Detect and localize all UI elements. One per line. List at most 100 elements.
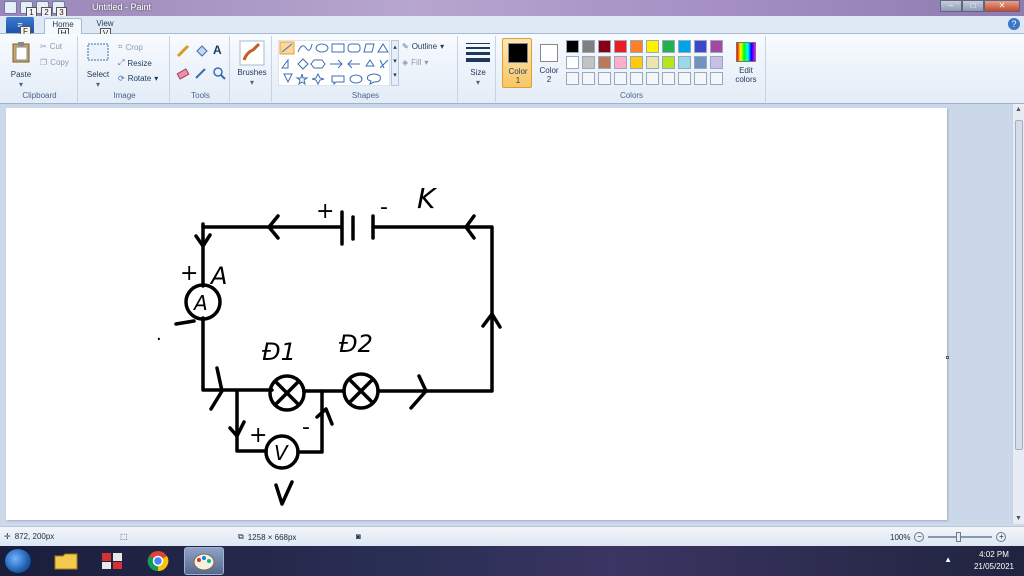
color-swatch[interactable] <box>598 40 611 53</box>
color-swatch[interactable] <box>566 56 579 69</box>
crop-label: Crop <box>125 42 143 52</box>
crop-icon: ⌗ <box>118 42 123 51</box>
maximize-button[interactable]: □ <box>962 0 984 12</box>
tray-clock[interactable]: 4:02 PM 21/05/2021 <box>974 549 1014 573</box>
shapes-scroll[interactable]: ▴ ▾ ▾ <box>391 40 399 86</box>
shapes-group: ▴ ▾ ▾ ✎ Outline ▾ ◈ Fill ▾ Shapes <box>274 36 458 102</box>
color-swatch[interactable] <box>678 40 691 53</box>
clock-date: 21/05/2021 <box>973 562 1014 571</box>
clipboard-group: Paste ▾ ✂ Cut ❐ Copy Clipboard <box>2 36 78 102</box>
color-swatch[interactable] <box>694 56 707 69</box>
pencil-icon[interactable] <box>176 44 190 58</box>
color-swatch[interactable] <box>662 72 675 85</box>
window-controls: – □ ✕ <box>940 0 1020 12</box>
color-wheel-icon <box>736 42 756 62</box>
taskbar-app[interactable] <box>92 547 132 575</box>
minimize-button[interactable]: – <box>940 0 962 12</box>
color-swatch[interactable] <box>598 56 611 69</box>
paste-button[interactable]: Paste ▾ <box>8 40 34 89</box>
color-swatch[interactable] <box>566 72 579 85</box>
color-swatch[interactable] <box>694 40 707 53</box>
taskbar-chrome[interactable] <box>138 547 178 575</box>
rotate-icon: ⟳ <box>118 74 125 83</box>
chevron-down-icon: ▾ <box>154 74 159 83</box>
zoom-slider-thumb[interactable] <box>956 532 962 542</box>
drawing-canvas[interactable]: + - K + A A . Đ1 Đ2 + - V <box>6 108 947 520</box>
resize-button[interactable]: ⤢ Resize <box>118 58 152 68</box>
crop-button[interactable]: ⌗ Crop <box>118 42 143 52</box>
window-title: Untitled - Paint <box>92 2 152 12</box>
color-swatch[interactable] <box>694 72 707 85</box>
vertical-scrollbar[interactable]: ▲ ▼ <box>1012 104 1024 524</box>
clipboard-group-label: Clipboard <box>22 91 57 100</box>
color-swatch[interactable] <box>710 72 723 85</box>
color-swatch[interactable] <box>614 56 627 69</box>
rotate-label: Rotate <box>127 74 152 83</box>
app-icon <box>102 553 122 569</box>
outline-button[interactable]: ✎ Outline ▾ <box>402 42 444 51</box>
select-button[interactable]: Select ▾ <box>84 40 112 89</box>
crosshair-icon: ✛ <box>4 532 11 541</box>
color-swatch[interactable] <box>630 56 643 69</box>
vertical-scroll-thumb[interactable] <box>1015 120 1023 450</box>
tray-expand-icon[interactable]: ▲ <box>944 555 952 564</box>
voltmeter-minus-sign: - <box>302 415 310 440</box>
color-swatch[interactable] <box>630 72 643 85</box>
taskbar-explorer[interactable] <box>46 547 86 575</box>
color-swatch[interactable] <box>678 56 691 69</box>
color-picker-icon[interactable] <box>194 66 208 80</box>
voltmeter-symbol: V <box>274 441 289 465</box>
fill-button[interactable]: ◈ Fill ▾ <box>402 58 428 67</box>
zoom-slider[interactable] <box>928 532 993 542</box>
taskbar-paint[interactable] <box>184 547 224 575</box>
color-swatch[interactable] <box>662 56 675 69</box>
copy-button[interactable]: ❐ Copy <box>40 58 69 67</box>
chrome-icon <box>147 551 169 572</box>
edit-colors-button[interactable]: Edit colors <box>730 38 762 88</box>
color-swatch[interactable] <box>678 72 691 85</box>
zoom-in-icon[interactable]: + <box>996 532 1007 542</box>
selection-size: ⬚ <box>120 532 128 541</box>
brushes-label: Brushes <box>237 68 267 77</box>
close-button[interactable]: ✕ <box>984 0 1020 12</box>
scroll-down-icon[interactable]: ▼ <box>1015 515 1022 522</box>
size-group[interactable]: Size ▾ <box>460 36 496 102</box>
color-swatch[interactable] <box>646 56 659 69</box>
shapes-gallery[interactable] <box>278 40 390 86</box>
color-swatch[interactable] <box>614 72 627 85</box>
eraser-icon[interactable] <box>176 66 190 80</box>
brushes-group[interactable]: Brushes ▾ <box>232 36 272 102</box>
tools-group: A Tools <box>172 36 230 102</box>
rotate-button[interactable]: ⟳ Rotate ▾ <box>118 74 158 83</box>
color-swatch[interactable] <box>710 40 723 53</box>
paint-app-icon[interactable] <box>4 1 17 14</box>
magnifier-icon[interactable] <box>212 66 226 80</box>
color-swatch[interactable] <box>662 40 675 53</box>
fill-label: Fill <box>411 58 422 67</box>
color-swatch[interactable] <box>646 72 659 85</box>
color-swatch[interactable] <box>582 40 595 53</box>
cursor-position-value: 872, 200px <box>14 532 55 541</box>
color-swatch[interactable] <box>614 40 627 53</box>
text-tool-icon[interactable]: A <box>213 43 222 57</box>
scissors-icon: ✂ <box>40 42 47 51</box>
help-icon[interactable]: ? <box>1008 18 1020 30</box>
zoom-out-icon[interactable]: − <box>914 532 925 542</box>
color-swatch[interactable] <box>582 56 595 69</box>
lamp2-label: Đ2 <box>339 330 373 358</box>
color-swatch[interactable] <box>566 40 579 53</box>
cut-button[interactable]: ✂ Cut <box>40 42 62 51</box>
color-swatch[interactable] <box>598 72 611 85</box>
fill-bucket-icon[interactable] <box>194 44 208 58</box>
color-swatch[interactable] <box>710 56 723 69</box>
scroll-up-icon[interactable]: ▲ <box>1015 106 1022 113</box>
color1-button[interactable]: Color 1 <box>502 38 532 88</box>
color-swatch[interactable] <box>630 40 643 53</box>
color-swatch[interactable] <box>582 72 595 85</box>
voltmeter-plus-sign: + <box>249 423 267 448</box>
color2-button[interactable]: Color 2 <box>536 38 562 88</box>
color-swatch[interactable] <box>646 40 659 53</box>
start-button[interactable] <box>4 548 32 574</box>
resize-icon: ⤢ <box>118 58 125 67</box>
canvas-resize-handle[interactable] <box>946 356 949 359</box>
